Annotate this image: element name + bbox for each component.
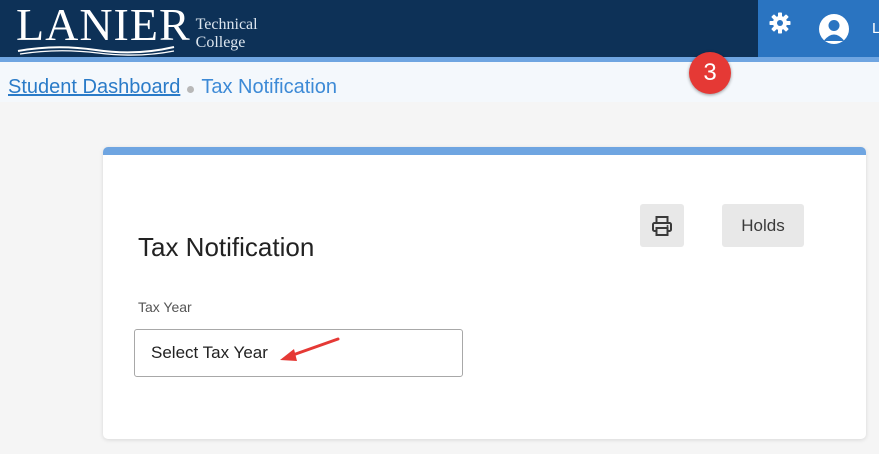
logo-sub-line1: Technical (195, 16, 258, 33)
step-number-badge: 3 (689, 52, 731, 94)
college-logo[interactable]: LANIER Technical College (16, 2, 258, 56)
user-avatar-icon[interactable] (819, 14, 849, 44)
holds-button[interactable]: Holds (722, 204, 804, 247)
tax-year-select-value: Select Tax Year (151, 343, 268, 362)
breadcrumb: Student Dashboard Tax Notification (8, 76, 337, 99)
top-navbar: LANIER Technical College L (0, 0, 879, 57)
page-title: Tax Notification (138, 232, 315, 262)
logo-sub-line2: College (195, 34, 246, 51)
logo-swoosh-icon (17, 46, 175, 56)
logo-subtitle: Technical College (196, 16, 258, 52)
breadcrumb-student-dashboard[interactable]: Student Dashboard (8, 76, 180, 99)
breadcrumb-tax-notification: Tax Notification (201, 76, 337, 98)
annotation-arrow-icon (280, 337, 340, 361)
gear-icon[interactable] (768, 11, 792, 35)
tax-notification-card: Tax Notification Holds Tax Year Select T… (103, 147, 866, 439)
printer-icon (652, 215, 672, 236)
header-actions: L (758, 0, 879, 57)
breadcrumb-separator-icon (187, 86, 195, 93)
tax-year-label: Tax Year (138, 299, 192, 315)
user-name-truncated[interactable]: L (872, 20, 879, 37)
print-button[interactable] (640, 204, 684, 247)
